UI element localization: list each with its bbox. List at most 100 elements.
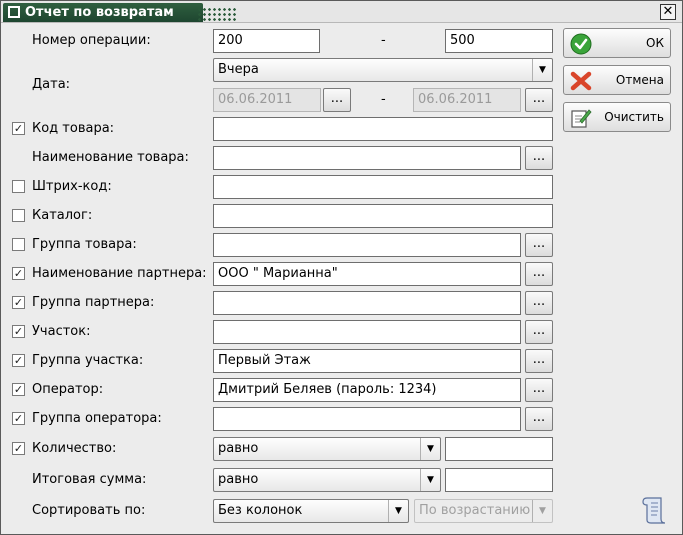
filter-checkbox[interactable]: ✓ [12, 267, 25, 280]
chevron-down-icon: ▼ [532, 500, 552, 522]
date-separator: - [381, 92, 386, 107]
filter-row: ✓ Участок:... [1, 320, 561, 344]
filter-label: Группа участка: [32, 353, 144, 368]
row-date: Дата: Вчера ▼ 06.06.2011 ... - 06.06.201… [1, 58, 561, 113]
filter-input[interactable] [213, 291, 521, 315]
filter-label: Каталог: [32, 208, 93, 223]
quantity-checkbox[interactable]: ✓ [12, 442, 25, 455]
cancel-button[interactable]: Отмена [563, 65, 671, 95]
clear-button[interactable]: Очистить [563, 102, 671, 132]
date-to-input[interactable]: 06.06.2011 [413, 88, 521, 112]
filter-row: ✓ Код товара: [1, 117, 561, 141]
total-sum-condition-select[interactable]: равно ▼ [213, 468, 441, 492]
filter-browse-button[interactable]: ... [525, 146, 553, 170]
sort-label: Сортировать по: [32, 503, 146, 518]
filter-input[interactable]: Дмитрий Беляев (пароль: 1234) [213, 378, 521, 402]
filter-browse-button[interactable]: ... [525, 349, 553, 373]
date-from-input[interactable]: 06.06.2011 [213, 88, 321, 112]
scroll-icon [642, 497, 666, 524]
row-sort: Сортировать по: Без колонок ▼ По возраст… [1, 499, 561, 523]
cross-icon [570, 71, 592, 91]
filter-label: Группа товара: [32, 237, 137, 252]
operation-number-from-input[interactable]: 200 [213, 29, 320, 53]
total-sum-condition-value: равно [218, 472, 259, 487]
filter-label: Наименование партнера: [32, 266, 207, 281]
quantity-value-input[interactable] [445, 437, 553, 461]
operation-number-to-input[interactable]: 500 [445, 29, 553, 53]
filter-label: Группа партнера: [32, 295, 155, 310]
date-from-browse-button[interactable]: ... [323, 88, 351, 112]
filter-input[interactable] [213, 204, 553, 228]
title-bar[interactable]: Отчет по возвратам ✕ [1, 1, 682, 23]
cancel-button-label: Отмена [615, 73, 664, 87]
filter-checkbox[interactable] [12, 238, 25, 251]
filter-row: ✓ Оператор: Дмитрий Беляев (пароль: 1234).… [1, 378, 561, 402]
filter-row: ✓ Группа партнера:... [1, 291, 561, 315]
total-sum-value-input[interactable] [445, 468, 553, 492]
filter-browse-button[interactable]: ... [525, 378, 553, 402]
filter-label: Наименование товара: [32, 150, 189, 165]
row-total-sum: Итоговая сумма: равно ▼ [1, 468, 561, 492]
filter-row: Штрих-код: [1, 175, 561, 199]
filter-browse-button[interactable]: ... [525, 262, 553, 286]
filter-browse-button[interactable]: ... [525, 407, 553, 431]
date-to-browse-button[interactable]: ... [525, 88, 553, 112]
filter-checkbox[interactable] [12, 209, 25, 222]
close-button[interactable]: ✕ [660, 4, 676, 20]
filter-label: Оператор: [32, 382, 104, 397]
filter-input[interactable] [213, 320, 521, 344]
report-window: Отчет по возвратам ✕ Номер операции: 200… [0, 0, 683, 535]
filter-label: Штрих-код: [32, 179, 112, 194]
filter-input[interactable] [213, 117, 553, 141]
title-grip-decoration [197, 7, 237, 21]
filter-checkbox[interactable]: ✓ [12, 325, 25, 338]
sort-order-value: По возрастанию [419, 503, 531, 518]
filter-browse-button[interactable]: ... [525, 291, 553, 315]
filter-input[interactable]: Первый Этаж [213, 349, 521, 373]
quantity-condition-value: равно [218, 441, 259, 456]
sort-column-select[interactable]: Без колонок ▼ [213, 499, 409, 523]
row-operation-number: Номер операции: 200 - 500 [1, 29, 561, 53]
date-label: Дата: [32, 77, 71, 92]
filter-input[interactable] [213, 146, 521, 170]
window-menu-icon[interactable] [8, 6, 20, 18]
edit-document-icon [571, 109, 592, 128]
sort-column-value: Без колонок [218, 503, 303, 518]
filter-label: Участок: [32, 324, 91, 339]
filter-checkbox[interactable]: ✓ [12, 412, 25, 425]
quantity-label: Количество: [32, 441, 117, 456]
filter-checkbox[interactable]: ✓ [12, 354, 25, 367]
filter-row: ✓ Группа участка: Первый Этаж... [1, 349, 561, 373]
chevron-down-icon: ▼ [420, 438, 440, 460]
date-period-select[interactable]: Вчера ▼ [213, 58, 553, 82]
operation-number-label: Номер операции: [32, 33, 151, 48]
quantity-condition-select[interactable]: равно ▼ [213, 437, 441, 461]
clear-button-label: Очистить [604, 110, 664, 124]
chevron-down-icon: ▼ [532, 59, 552, 81]
ok-button-label: ОК [646, 36, 664, 50]
operation-number-separator: - [381, 33, 386, 48]
filter-row: ✓ Группа оператора:... [1, 407, 561, 431]
filter-input[interactable] [213, 233, 521, 257]
filter-input[interactable]: ООО " Марианна" [213, 262, 521, 286]
row-quantity: ✓ Количество: равно ▼ [1, 437, 561, 461]
filter-browse-button[interactable]: ... [525, 233, 553, 257]
sort-order-select[interactable]: По возрастанию ▼ [414, 499, 553, 523]
filter-checkbox[interactable] [12, 180, 25, 193]
filter-checkbox[interactable]: ✓ [12, 122, 25, 135]
filter-checkbox[interactable]: ✓ [12, 296, 25, 309]
date-period-value: Вчера [218, 62, 259, 77]
filter-row: ✓ Наименование партнера: ООО " Марианна"..… [1, 262, 561, 286]
filter-row: Каталог: [1, 204, 561, 228]
filter-browse-button[interactable]: ... [525, 320, 553, 344]
checkmark-icon [570, 33, 592, 55]
window-title: Отчет по возвратам [25, 5, 174, 20]
filter-row: Наименование товара:... [1, 146, 561, 170]
chevron-down-icon: ▼ [388, 500, 408, 522]
filter-checkbox[interactable]: ✓ [12, 383, 25, 396]
total-sum-label: Итоговая сумма: [32, 472, 147, 487]
ok-button[interactable]: ОК [563, 28, 671, 58]
filter-label: Группа оператора: [32, 411, 162, 426]
filter-input[interactable] [213, 407, 521, 431]
filter-input[interactable] [213, 175, 553, 199]
